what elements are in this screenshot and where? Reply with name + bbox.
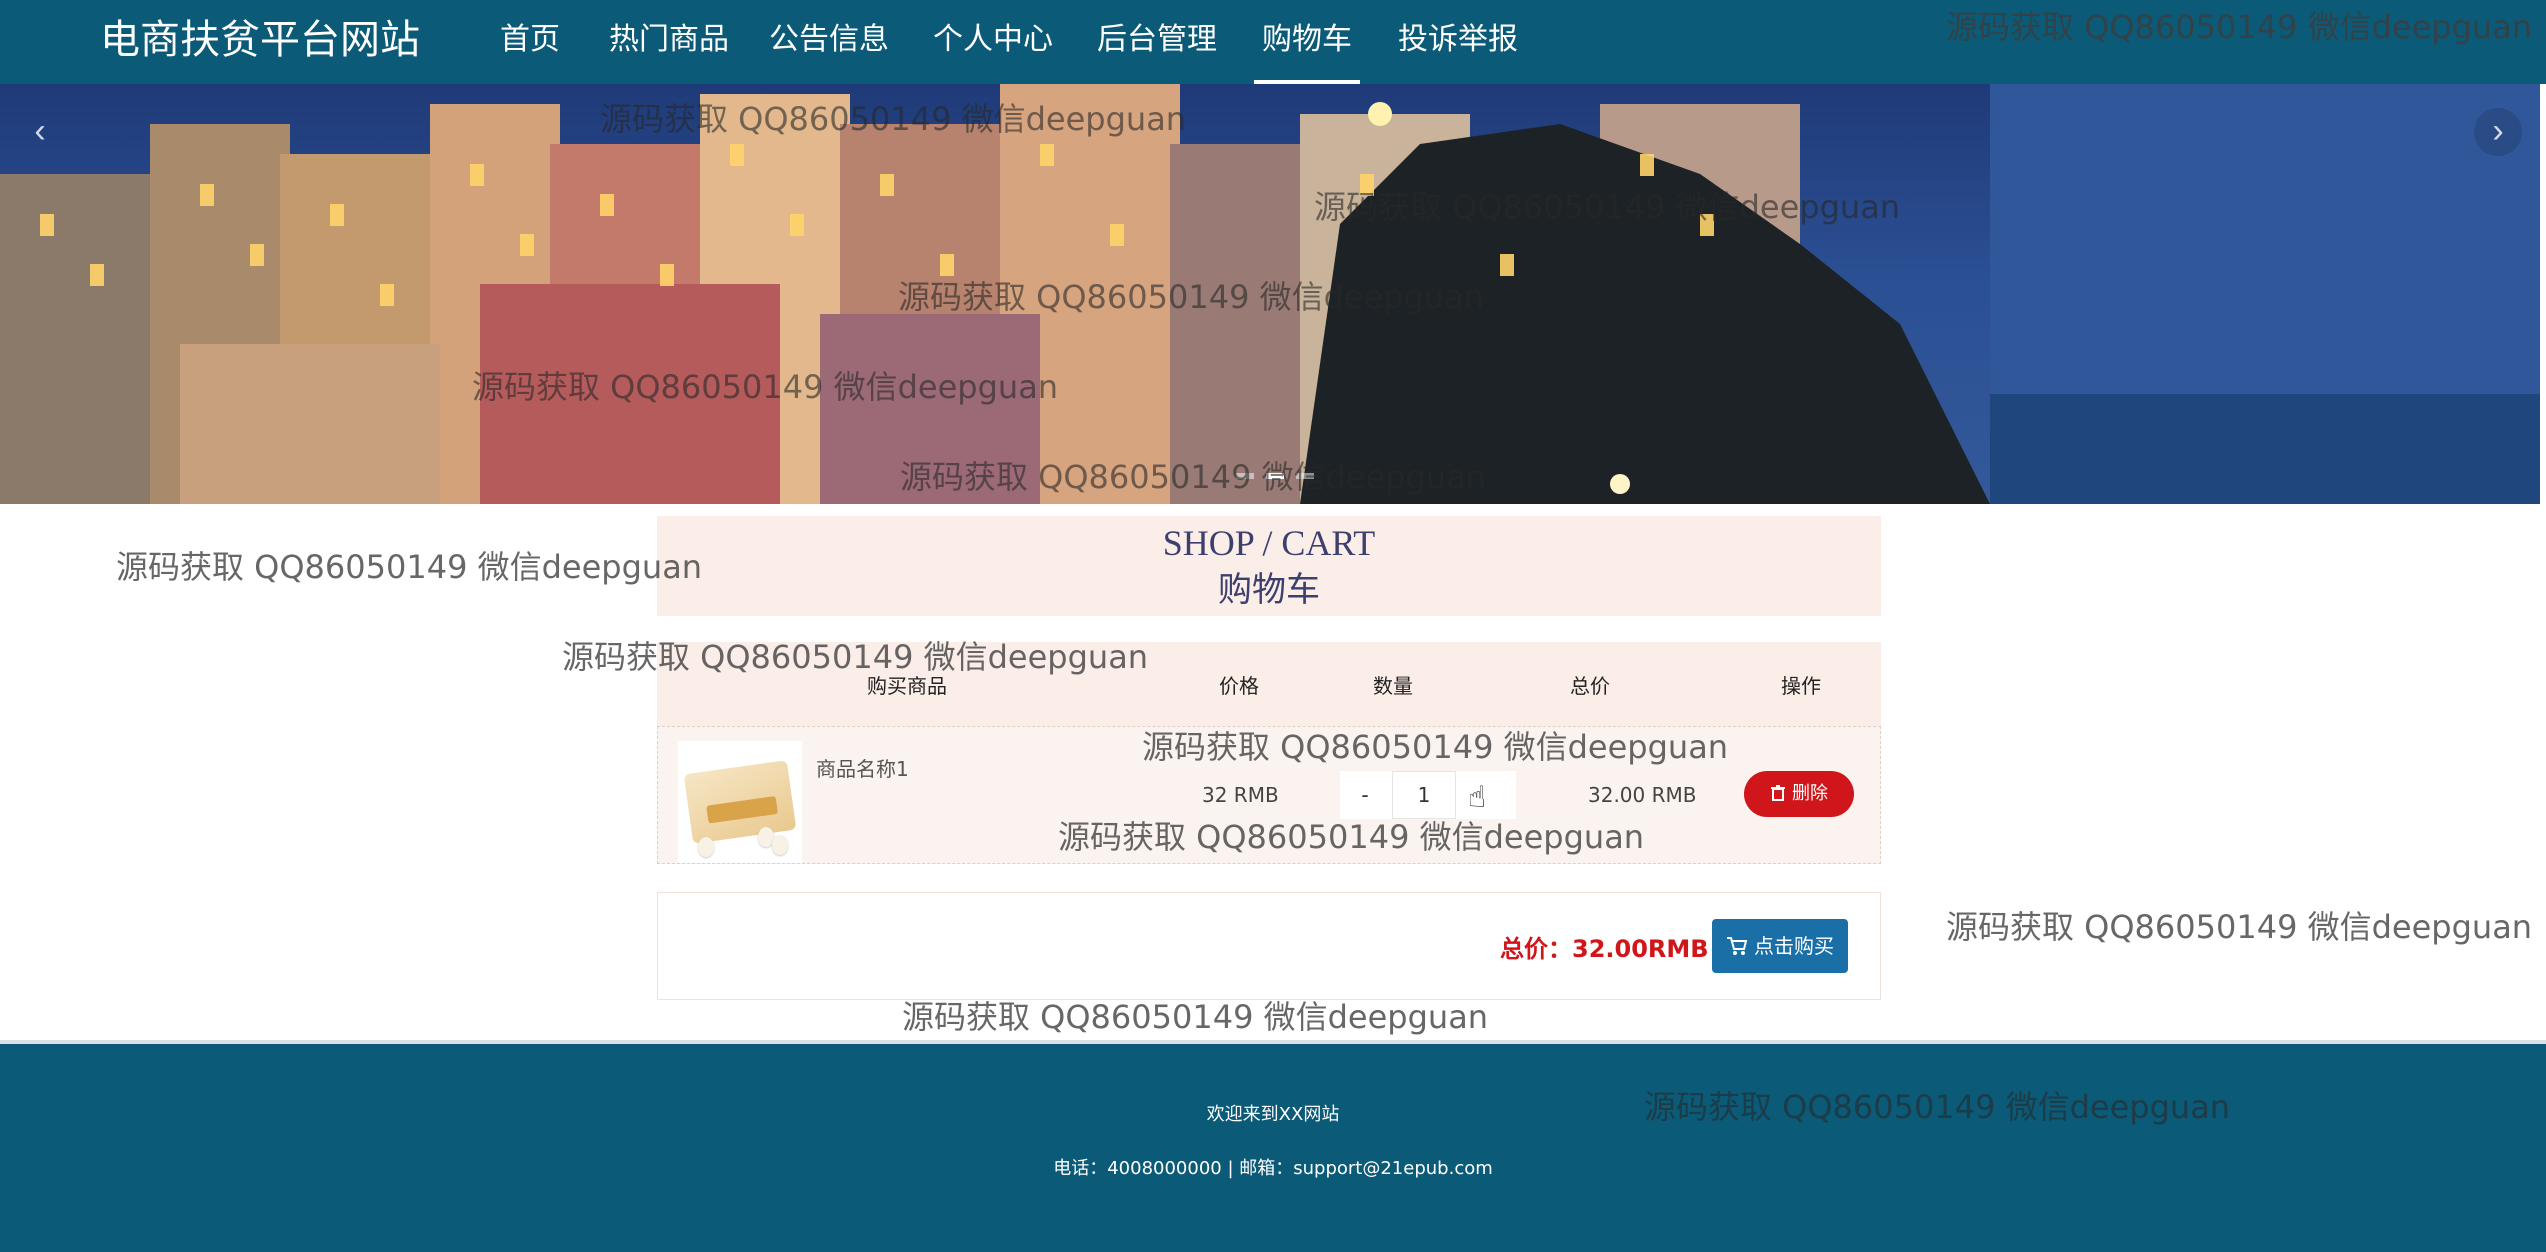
cart-title-chinese: 购物车 xyxy=(1218,570,1320,610)
cart-title-english: SHOP / CART xyxy=(1162,523,1376,563)
banner-dot[interactable] xyxy=(1296,473,1314,479)
hero-banner[interactable]: ‹ › xyxy=(0,84,2540,504)
cart-title-panel: SHOP / CART 购物车 xyxy=(657,516,1881,616)
egg-box-graphic xyxy=(683,760,797,844)
trash-icon xyxy=(1771,785,1785,801)
footer-welcome: 欢迎来到XX网站 xyxy=(1206,1104,1340,1125)
banner-dot-active[interactable] xyxy=(1266,473,1284,479)
header-product: 购买商品 xyxy=(867,674,947,698)
nav-item-announcements[interactable]: 公告信息 xyxy=(769,20,889,60)
nav-item-home[interactable]: 首页 xyxy=(500,20,560,60)
cart-table-header: 购买商品 价格 数量 总价 操作 xyxy=(657,642,1881,726)
item-total: 32.00 RMB xyxy=(1588,783,1697,807)
hand-cursor-icon: ☝ xyxy=(1468,781,1487,814)
delete-label: 删除 xyxy=(1792,783,1828,804)
cart-total-panel: 总价：32.00RMB 点击购买 xyxy=(657,892,1881,1000)
product-name[interactable]: 商品名称1 xyxy=(816,753,909,782)
product-image[interactable] xyxy=(678,741,802,863)
header-action: 操作 xyxy=(1781,674,1821,698)
delete-button[interactable]: 删除 xyxy=(1744,771,1854,817)
watermark-text: 源码获取 QQ86050149 微信deepguan xyxy=(1946,908,2533,946)
product-price: 32 RMB xyxy=(1202,783,1279,807)
banner-prev-icon[interactable]: ‹ xyxy=(16,108,64,156)
quantity-decrease-button[interactable]: - xyxy=(1340,771,1390,819)
grand-total: 总价：32.00RMB xyxy=(1500,935,1709,963)
site-brand[interactable]: 电商扶贫平台网站 xyxy=(100,14,420,66)
nav-item-complaints[interactable]: 投诉举报 xyxy=(1398,20,1518,60)
nav-item-personal-center[interactable]: 个人中心 xyxy=(933,20,1053,60)
footer-contact: 电话：4008000000 | 邮箱：support@21epub.com xyxy=(1053,1158,1493,1179)
buy-button[interactable]: 点击购买 xyxy=(1712,919,1848,973)
banner-pagination xyxy=(1230,466,1320,484)
quantity-input[interactable]: 1 xyxy=(1392,771,1456,819)
header-quantity: 数量 xyxy=(1373,674,1413,698)
top-navbar: 电商扶贫平台网站 首页 热门商品 公告信息 个人中心 后台管理 购物车 投诉举报 xyxy=(0,0,2546,84)
banner-illustration xyxy=(0,84,2540,504)
header-price: 价格 xyxy=(1219,674,1259,698)
cart-item-row: 商品名称1 32 RMB - 1 + 32.00 RMB 删除 xyxy=(657,726,1881,864)
banner-dot[interactable] xyxy=(1236,473,1254,479)
buy-label: 点击购买 xyxy=(1754,934,1834,958)
watermark-text: 源码获取 QQ86050149 微信deepguan xyxy=(116,548,703,586)
banner-next-icon[interactable]: › xyxy=(2474,108,2522,156)
nav-item-admin[interactable]: 后台管理 xyxy=(1097,20,1217,60)
nav-item-hot-products[interactable]: 热门商品 xyxy=(609,20,729,60)
quantity-stepper: - 1 + xyxy=(1340,771,1516,819)
site-footer: 欢迎来到XX网站 电话：4008000000 | 邮箱：support@21ep… xyxy=(0,1040,2546,1252)
header-total: 总价 xyxy=(1570,674,1610,698)
nav-item-cart[interactable]: 购物车 xyxy=(1254,20,1360,84)
cart-icon xyxy=(1727,937,1748,955)
